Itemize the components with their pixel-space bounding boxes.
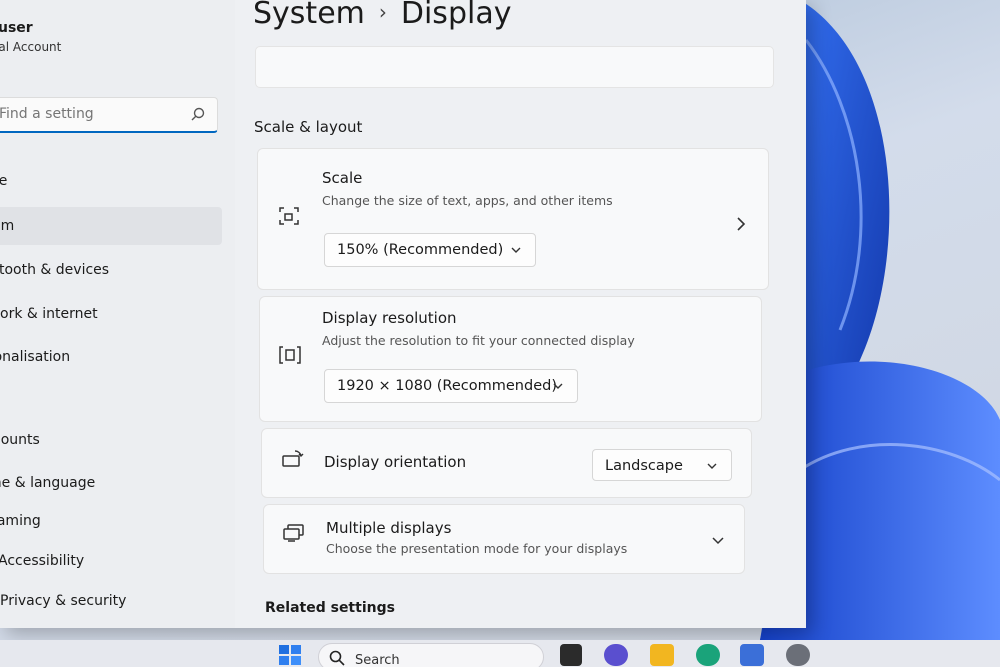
search-icon (191, 107, 205, 121)
related-settings-heading: Related settings (265, 600, 395, 616)
scale-dropdown[interactable]: 150% (Recommended) (324, 233, 536, 267)
scale-dropdown-value: 150% (Recommended) (337, 242, 504, 258)
display-orientation-dropdown[interactable]: Landscape (592, 449, 732, 481)
display-resolution-dropdown[interactable]: 1920 × 1080 (Recommended) (324, 369, 578, 403)
sidebar-item-accounts[interactable]: Accounts (0, 421, 222, 459)
scale-icon (279, 207, 299, 225)
sidebar-item-bluetooth-devices[interactable]: Bluetooth & devices (0, 251, 222, 289)
sidebar-item-label: Personalisation (0, 349, 71, 365)
breadcrumb-current: Display (400, 0, 512, 31)
sidebar-item-privacy-security[interactable]: Privacy & security (0, 582, 222, 620)
sidebar-item-apps[interactable]: Apps (0, 380, 222, 418)
scale-subtitle: Change the size of text, apps, and other… (322, 193, 613, 208)
multiple-displays-icon (283, 524, 304, 542)
multiple-displays-subtitle: Choose the presentation mode for your di… (326, 541, 628, 556)
microsoft-store-icon[interactable] (740, 644, 764, 666)
sidebar-item-personalisation[interactable]: Personalisation (0, 338, 222, 376)
copilot-icon[interactable] (604, 644, 628, 666)
display-resolution-subtitle: Adjust the resolution to fit your connec… (322, 333, 635, 348)
settings-window: user Local Account Home System Bluetooth… (0, 0, 806, 628)
sidebar-item-gaming[interactable]: Gaming (0, 502, 222, 540)
settings-search-box[interactable] (0, 97, 218, 133)
search-icon (329, 650, 345, 666)
settings-search-input[interactable] (0, 98, 171, 130)
task-view-icon[interactable] (560, 644, 582, 666)
sidebar-item-time-language[interactable]: Time & language (0, 464, 222, 502)
taskbar-search[interactable]: Search (318, 643, 544, 667)
chevron-down-icon[interactable] (712, 537, 724, 545)
sidebar-item-network-internet[interactable]: Network & internet (0, 295, 222, 333)
sidebar-item-system[interactable]: System (0, 207, 222, 245)
windows-start-icon[interactable] (278, 644, 302, 666)
file-explorer-icon[interactable] (650, 644, 674, 666)
sidebar-item-label: Network & internet (0, 306, 98, 322)
breadcrumb-separator-icon: › (378, 0, 387, 24)
edge-browser-icon[interactable] (696, 644, 720, 666)
taskbar-search-label: Search (355, 653, 400, 667)
user-name: user (0, 20, 33, 36)
sidebar-item-label: System (0, 218, 15, 234)
resolution-icon (279, 346, 301, 364)
sidebar-item-label: Bluetooth & devices (0, 262, 110, 278)
chevron-down-icon (553, 383, 563, 389)
sidebar-item-label: Apps (0, 380, 222, 418)
sidebar-item-label: Home (0, 173, 8, 189)
display-orientation-title: Display orientation (324, 453, 467, 471)
multiple-displays-card[interactable]: Multiple displays Choose the presentatio… (263, 504, 745, 574)
chevron-down-icon (511, 247, 521, 253)
section-heading: Scale & layout (254, 118, 363, 136)
sidebar-item-accessibility[interactable]: Accessibility (0, 542, 222, 580)
scale-title: Scale (322, 169, 363, 187)
display-resolution-card: Display resolution Adjust the resolution… (259, 296, 762, 422)
sidebar-item-label: Time & language (0, 475, 96, 491)
main-content: System › Display Scale & layout Scale Chan… (235, 0, 806, 628)
sidebar: user Local Account Home System Bluetooth… (0, 0, 235, 628)
chevron-right-icon[interactable] (736, 217, 746, 231)
display-resolution-title: Display resolution (322, 309, 457, 327)
display-orientation-card: Display orientation Landscape (261, 428, 752, 498)
user-account-type: Local Account (0, 40, 62, 54)
settings-gear-icon[interactable] (786, 644, 810, 666)
multiple-displays-title: Multiple displays (326, 519, 452, 537)
previous-setting-card (255, 46, 774, 88)
scale-card[interactable]: Scale Change the size of text, apps, and… (257, 148, 769, 290)
orientation-icon (282, 450, 304, 467)
sidebar-item-home[interactable]: Home (0, 162, 222, 200)
display-orientation-dropdown-value: Landscape (605, 458, 683, 474)
chevron-down-icon (707, 463, 717, 469)
sidebar-item-label: Gaming (0, 513, 41, 529)
display-resolution-dropdown-value: 1920 × 1080 (Recommended) (337, 378, 557, 394)
breadcrumb-parent[interactable]: System (253, 0, 365, 31)
sidebar-item-label: Privacy & security (0, 593, 127, 609)
page-title: System › Display (253, 0, 511, 31)
taskbar: Search (0, 640, 1000, 667)
sidebar-item-label: Accessibility (0, 553, 85, 569)
sidebar-item-label: Accounts (0, 432, 40, 448)
